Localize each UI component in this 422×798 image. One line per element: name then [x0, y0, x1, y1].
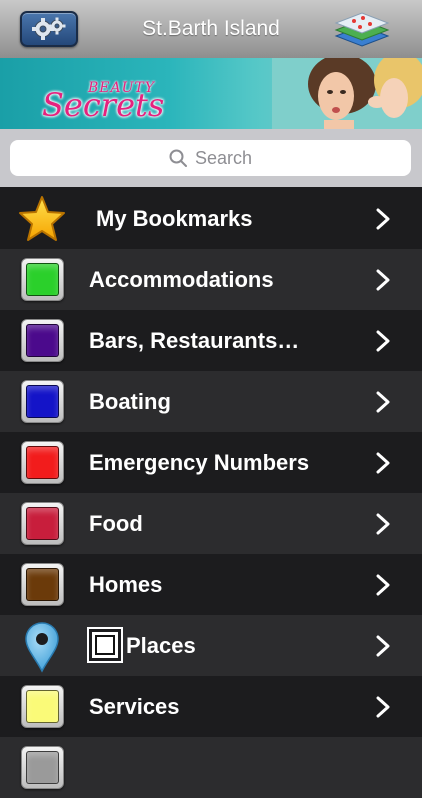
- chevron-right-icon: [376, 635, 390, 657]
- map-layers-icon: [334, 12, 390, 47]
- map-pin-icon: [25, 622, 59, 673]
- category-color-swatch: [26, 690, 59, 723]
- list-item-label: Bars, Restaurants…: [89, 328, 300, 353]
- swatch-icon: [21, 746, 64, 789]
- banner-logo: BEAUTY Secrets: [32, 60, 182, 126]
- list-item-food[interactable]: Food: [0, 493, 422, 554]
- list-item-label: Boating: [89, 389, 171, 414]
- category-color-swatch: [26, 263, 59, 296]
- settings-button[interactable]: [20, 11, 78, 47]
- list-item-places[interactable]: Places: [0, 615, 422, 676]
- category-color-swatch: [26, 446, 59, 479]
- chevron-right-icon: [376, 208, 390, 230]
- swatch-icon: [21, 441, 64, 484]
- swatch-icon: [21, 380, 64, 423]
- swatch-icon: [21, 685, 64, 728]
- chevron-right-icon: [376, 696, 390, 718]
- gear-icon: [32, 17, 66, 40]
- top-bar: St.Barth Island: [0, 0, 422, 59]
- list-item-label: Accommodations: [89, 267, 274, 292]
- category-list: My Bookmarks Accommodations Bars, Restau…: [0, 188, 422, 798]
- search-icon: [169, 149, 187, 167]
- banner-big-text: Secrets: [42, 86, 165, 124]
- swatch-icon: [21, 319, 64, 362]
- chevron-right-icon: [376, 452, 390, 474]
- chevron-right-icon: [376, 269, 390, 291]
- list-item-label: My Bookmarks: [96, 206, 253, 231]
- category-color-swatch: [26, 385, 59, 418]
- list-item-label: Emergency Numbers: [89, 450, 310, 475]
- search-input[interactable]: Search: [10, 140, 411, 176]
- search-bar: Search: [0, 129, 422, 187]
- chevron-right-icon: [376, 574, 390, 596]
- swatch-icon: [21, 258, 64, 301]
- ad-banner[interactable]: BEAUTY Secrets: [0, 58, 422, 129]
- list-item-label: Services: [89, 694, 180, 719]
- list-item-partial[interactable]: [0, 737, 422, 798]
- category-color-swatch: [26, 568, 59, 601]
- list-item-services[interactable]: Services: [0, 676, 422, 737]
- checkbox-icon: [89, 629, 121, 661]
- map-button[interactable]: [330, 8, 394, 50]
- list-item-accommodations[interactable]: Accommodations: [0, 249, 422, 310]
- list-item-bars-restaurants[interactable]: Bars, Restaurants…: [0, 310, 422, 371]
- list-item-boating[interactable]: Boating: [0, 371, 422, 432]
- list-item-label: Homes: [89, 572, 163, 597]
- category-color-swatch: [26, 751, 59, 784]
- chevron-right-icon: [376, 513, 390, 535]
- list-item-label: Food: [89, 511, 143, 536]
- list-item-my-bookmarks[interactable]: My Bookmarks: [0, 188, 422, 249]
- star-icon: [19, 196, 65, 241]
- search-placeholder: Search: [194, 147, 253, 168]
- swatch-icon: [21, 563, 64, 606]
- banner-photo-image: [272, 58, 422, 129]
- category-color-swatch: [26, 507, 59, 540]
- list-item-label: Places: [126, 633, 196, 658]
- chevron-right-icon: [376, 391, 390, 413]
- chevron-right-icon: [376, 330, 390, 352]
- list-item-homes[interactable]: Homes: [0, 554, 422, 615]
- list-item-emergency-numbers[interactable]: Emergency Numbers: [0, 432, 422, 493]
- swatch-icon: [21, 502, 64, 545]
- page-title: St.Barth Island: [142, 17, 280, 40]
- category-color-swatch: [26, 324, 59, 357]
